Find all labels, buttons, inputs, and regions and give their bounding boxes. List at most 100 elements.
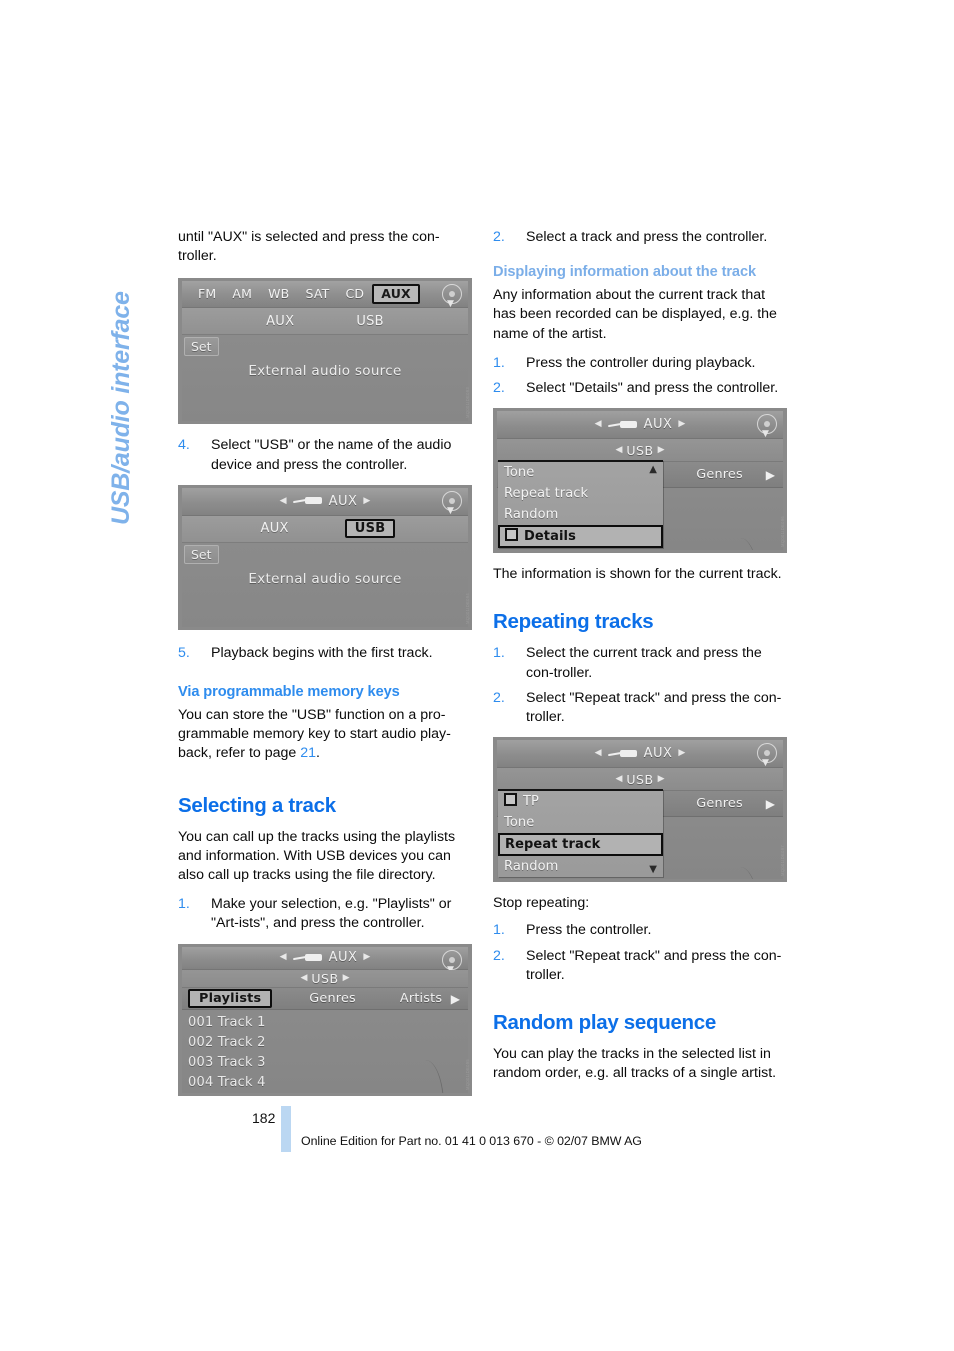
external-audio-source-label: External audio source — [248, 363, 402, 380]
next-arrow-icon[interactable]: ▶ — [363, 496, 370, 506]
step-1-number: 1. — [178, 896, 190, 913]
repeat-step-2-number: 2. — [493, 689, 505, 706]
controller-knob-icon: ▼ — [442, 284, 462, 309]
menu-item-repeat-track[interactable]: Repeat track — [498, 483, 663, 504]
usb-sub-label: USB — [626, 771, 654, 787]
aux-plug-icon — [293, 953, 323, 963]
usb-prev-arrow-icon[interactable]: ◀ — [615, 445, 622, 455]
aux-option[interactable]: AUX — [255, 520, 295, 537]
step-4-number: 4. — [178, 437, 190, 454]
repeat-step-1: 1. Select the current track and press th… — [493, 644, 787, 682]
stop-step-1: 1. Press the controller. — [493, 921, 787, 940]
category-genres[interactable]: Genres — [689, 795, 750, 812]
display-step-1-number: 1. — [493, 354, 505, 371]
menu-item-random[interactable]: Random — [498, 504, 663, 525]
category-artists[interactable]: Artists — [393, 990, 449, 1007]
usb-next-arrow-icon[interactable]: ▶ — [658, 774, 665, 784]
controller-knob-icon: ▼ — [757, 414, 777, 439]
next-arrow-icon[interactable]: ▶ — [678, 749, 685, 758]
figure-code: MQ001IDE097 — [780, 845, 785, 877]
stop-step-1-number: 1. — [493, 922, 505, 939]
source-tab-cd[interactable]: CD — [337, 285, 372, 303]
aux-header-label: AUX — [328, 493, 358, 509]
usb-next-arrow-icon[interactable]: ▶ — [343, 973, 350, 983]
prev-arrow-icon[interactable]: ◀ — [280, 953, 287, 962]
stop-step-1-text: Press the controller. — [526, 922, 652, 939]
set-button[interactable]: Set — [184, 337, 219, 357]
category-genres[interactable]: Genres — [302, 990, 363, 1007]
list-item[interactable]: 004 Track 4 — [188, 1073, 468, 1093]
source-tab-aux-selected[interactable]: AUX — [372, 284, 420, 305]
random-play-paragraph: You can play the tracks in the selected … — [493, 1046, 777, 1082]
idrive-aux-header[interactable]: ◀ AUX ▶ ▼ — [182, 487, 468, 516]
source-tab-fm[interactable]: FM — [190, 285, 224, 303]
source-tab-sat[interactable]: SAT — [297, 285, 337, 303]
usb-sub-label: USB — [311, 970, 339, 986]
menu-item-random[interactable]: Random — [498, 856, 663, 877]
page-number: 182 — [252, 1110, 276, 1126]
page-reference-link[interactable]: 21 — [300, 745, 316, 761]
next-arrow-icon[interactable]: ▶ — [363, 953, 370, 962]
usb-next-arrow-icon[interactable]: ▶ — [658, 445, 665, 455]
menu-scroll-down-icon[interactable]: ▼ — [649, 864, 657, 875]
usb-sub-header[interactable]: ◀ USB ▶ — [182, 969, 468, 989]
usb-sub-label: USB — [626, 442, 654, 458]
step-1: 1. Make your selection, e.g. "Playlists"… — [178, 895, 472, 933]
intro-line-2: troller. — [178, 248, 217, 265]
right-column: 2. Select a track and press the controll… — [493, 228, 787, 1083]
category-playlists-selected[interactable]: Playlists — [188, 989, 273, 1008]
context-menu-popup[interactable]: TP Tone Repeat track Random ▼ — [498, 789, 663, 878]
usb-option[interactable]: USB — [350, 313, 390, 330]
usb-prev-arrow-icon[interactable]: ◀ — [615, 774, 622, 784]
list-item[interactable]: 001 Track 1 — [188, 1013, 468, 1033]
set-button[interactable]: Set — [184, 544, 219, 564]
context-menu-popup[interactable]: Tone Repeat track Random Details ▲ — [498, 460, 663, 549]
stop-step-2-number: 2. — [493, 947, 505, 964]
usb-sub-header[interactable]: ◀ USB ▶ — [497, 768, 783, 792]
idrive-source-tab-bar[interactable]: FM AM WB SAT CD AUX ▼ — [182, 281, 468, 309]
menu-item-tp[interactable]: TP — [498, 791, 663, 812]
next-arrow-icon[interactable]: ▶ — [678, 420, 685, 429]
aux-option[interactable]: AUX — [260, 313, 300, 330]
category-more-arrow-icon[interactable]: ▶ — [766, 797, 775, 811]
usb-sub-header[interactable]: ◀ USB ▶ — [497, 439, 783, 463]
figure-aux-source-selection: FM AM WB SAT CD AUX ▼ AUX USB Set Extern… — [178, 278, 472, 425]
intro-line-1: until "AUX" is selected and press the co… — [178, 229, 440, 245]
category-strip[interactable]: Playlists Genres Artists ▶ — [182, 988, 468, 1010]
figure-code: MQ001IDE093 — [465, 387, 470, 419]
menu-scroll-up-icon[interactable]: ▲ — [649, 464, 657, 475]
aux-header-label: AUX — [643, 746, 673, 762]
external-audio-source-area: Set External audio source — [182, 542, 468, 627]
track-list-body[interactable]: 001 Track 1 002 Track 2 003 Track 3 004 … — [182, 1009, 468, 1093]
prev-arrow-icon[interactable]: ◀ — [595, 749, 602, 758]
prev-arrow-icon[interactable]: ◀ — [595, 420, 602, 429]
source-tab-wb[interactable]: WB — [260, 285, 297, 303]
aux-usb-row[interactable]: AUX USB — [182, 515, 468, 543]
idrive-aux-header[interactable]: ◀ AUX ▶ ▼ — [497, 740, 783, 769]
category-more-arrow-icon[interactable]: ▶ — [766, 468, 775, 482]
list-item[interactable]: 002 Track 2 — [188, 1033, 468, 1053]
category-genres[interactable]: Genres — [689, 466, 750, 483]
aux-usb-row[interactable]: AUX USB — [182, 308, 468, 336]
intro-continuation-paragraph: until "AUX" is selected and press the co… — [178, 228, 472, 266]
menu-item-repeat-track-selected[interactable]: Repeat track — [498, 833, 663, 857]
usb-prev-arrow-icon[interactable]: ◀ — [300, 973, 307, 983]
aux-header-label: AUX — [328, 950, 358, 966]
menu-item-tone[interactable]: Tone — [498, 462, 663, 483]
repeat-step-2: 2. Select "Repeat track" and press the c… — [493, 689, 787, 727]
scroll-curve-decoration — [728, 867, 759, 880]
repeat-step-1-text: Select the current track and press the c… — [526, 645, 762, 681]
prev-arrow-icon[interactable]: ◀ — [280, 496, 287, 506]
menu-item-details-selected[interactable]: Details — [498, 525, 663, 549]
heading-selecting-a-track: Selecting a track — [178, 793, 336, 817]
list-item[interactable]: 003 Track 3 — [188, 1053, 468, 1073]
step-4: 4. Select "USB" or the name of the audio… — [178, 436, 472, 474]
figure-code: MQ001IDE096 — [780, 516, 785, 548]
usb-option-selected[interactable]: USB — [344, 519, 396, 539]
source-tab-am[interactable]: AM — [224, 285, 260, 303]
idrive-aux-header[interactable]: ◀ AUX ▶ ▼ — [182, 946, 468, 974]
figure-track-list: ◀ AUX ▶ ▼ ◀ USB ▶ Playlists Genres Artis… — [178, 943, 472, 1096]
category-more-arrow-icon[interactable]: ▶ — [451, 992, 460, 1006]
menu-item-tone[interactable]: Tone — [498, 812, 663, 833]
idrive-aux-header[interactable]: ◀ AUX ▶ ▼ — [497, 411, 783, 440]
